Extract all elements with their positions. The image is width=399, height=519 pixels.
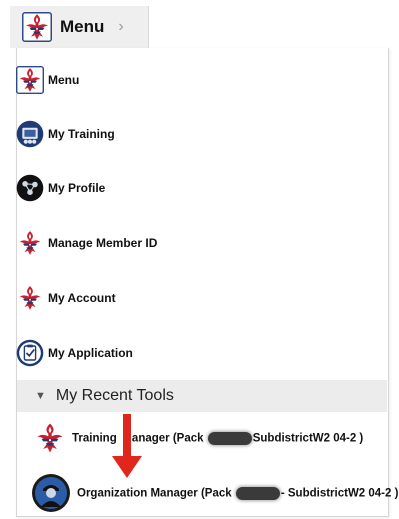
redacted-pack-number [207,431,252,445]
scouting-emblem-icon [22,12,52,42]
menu-item-manage-member-id[interactable]: Manage Member ID [16,226,376,260]
menu-item-label: My Account [48,291,116,305]
menu-item-menu[interactable]: Menu [16,63,376,97]
training-icon [16,120,44,148]
menu-tab-title: Menu [60,17,105,36]
recent-tool-organization-manager[interactable]: Organization Manager (Pack - Subdistrict… [31,473,398,513]
menu-tab[interactable]: Menu › [10,6,149,48]
profile-icon [16,174,44,202]
chevron-down-icon: ▼ [35,390,46,402]
menu-item-my-application[interactable]: My Application [16,336,376,370]
redacted-pack-number [235,486,280,500]
menu-item-label: Manage Member ID [48,236,158,250]
menu-item-label: Menu [48,73,80,87]
menu-item-label: My Profile [48,181,106,195]
section-title: My Recent Tools [55,387,174,404]
scouting-emblem-icon [16,229,44,257]
scouting-emblem-icon [16,66,44,94]
application-checklist-icon [16,339,44,367]
menu-item-label: My Application [48,346,133,360]
organization-manager-icon [32,474,70,512]
recent-tools-section-header[interactable]: ▼ My Recent Tools [17,380,387,412]
menu-item-my-account[interactable]: My Account [16,281,376,315]
scouting-emblem-icon [16,284,44,312]
menu-item-my-profile[interactable]: My Profile [16,171,376,205]
recent-tool-training-manager[interactable]: Training anager (Pack SubdistrictW2 04-2… [32,422,363,454]
header-bar [148,6,399,48]
menu-item-my-training[interactable]: My Training [16,117,376,151]
menu-item-label: My Training [48,127,115,141]
scouting-emblem-icon [32,421,68,455]
red-arrow-annotation [112,414,142,478]
recent-tool-label: Organization Manager (Pack - Subdistrict… [77,486,399,500]
chevron-right-icon: › [118,18,124,35]
